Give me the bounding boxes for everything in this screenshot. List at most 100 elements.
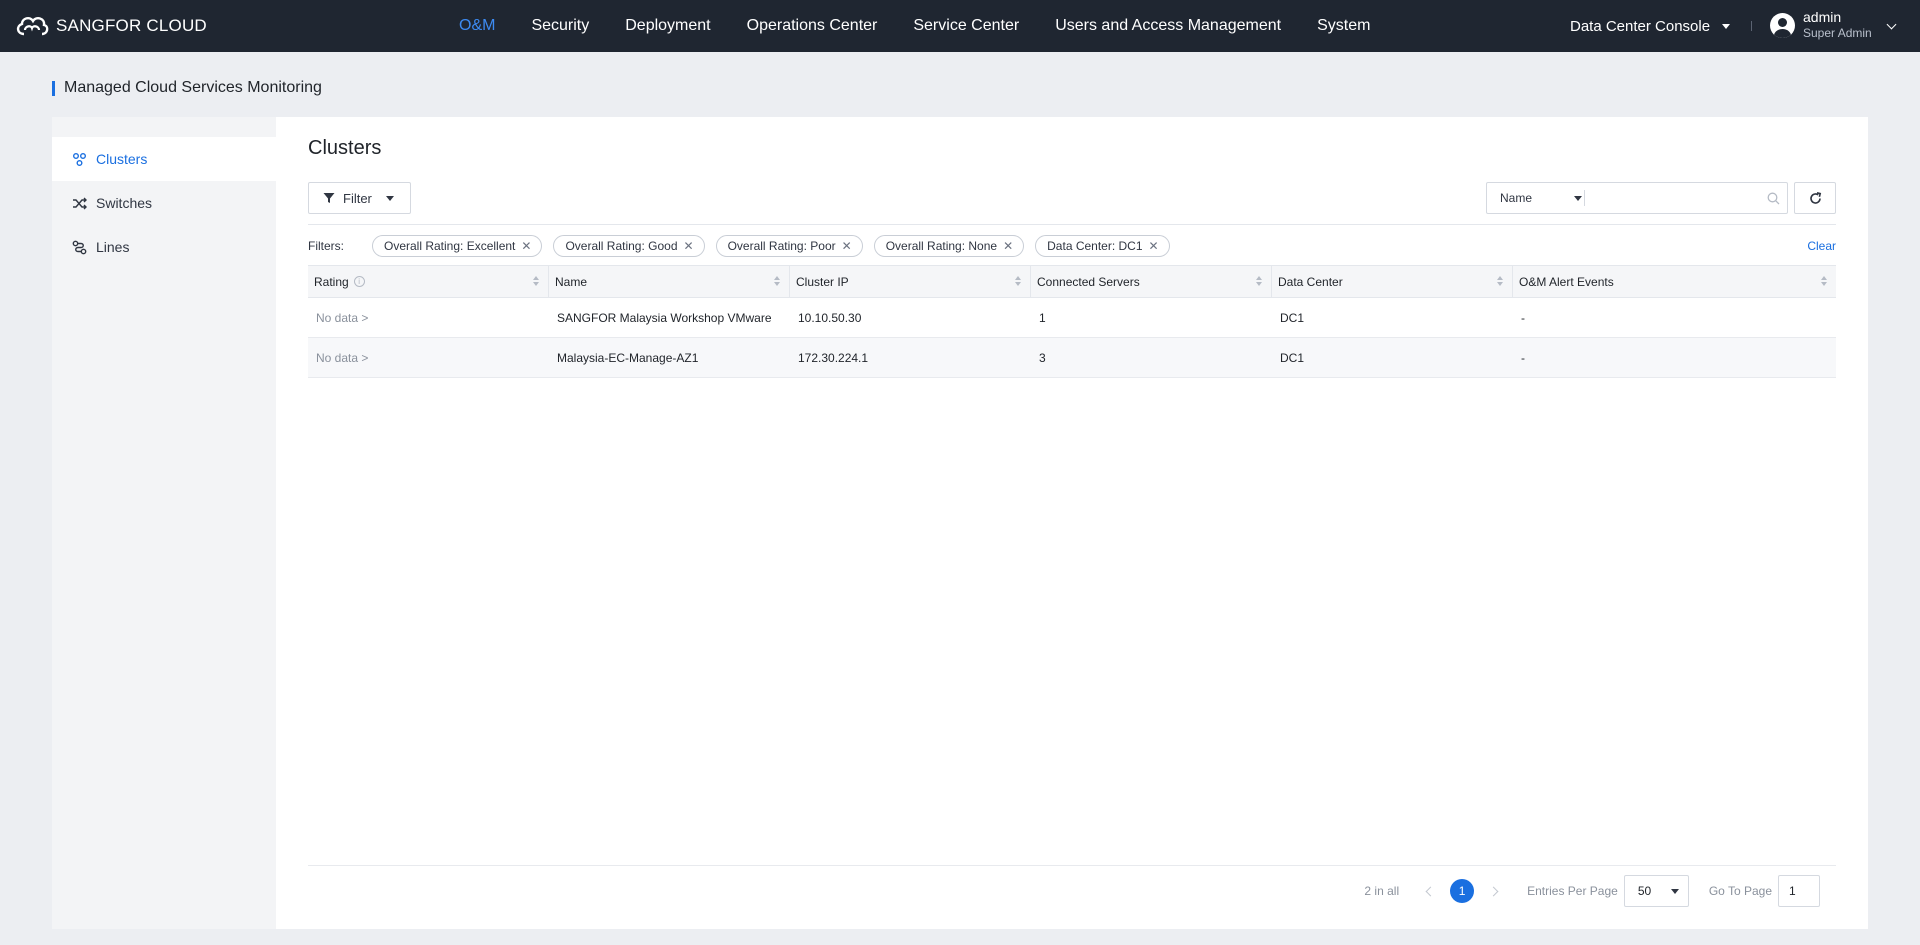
sort-icon[interactable] [533, 276, 540, 288]
sidebar: Clusters Switches Lines [52, 117, 276, 929]
sidebar-item-switches[interactable]: Switches [52, 181, 276, 225]
close-icon[interactable]: ✕ [684, 240, 694, 252]
rating-cell[interactable]: No data > [308, 298, 549, 337]
sidebar-item-label: Clusters [96, 151, 148, 167]
sort-icon[interactable] [774, 276, 781, 288]
cluster-ip-cell: 172.30.224.1 [798, 350, 869, 365]
sort-icon[interactable] [1015, 276, 1022, 288]
nav-users-access-management[interactable]: Users and Access Management [1037, 0, 1299, 52]
sidebar-item-label: Switches [96, 195, 153, 211]
close-icon[interactable]: ✕ [521, 240, 531, 252]
filter-chip: Overall Rating: Excellent ✕ [372, 235, 543, 257]
caret-down-icon [1722, 23, 1731, 29]
nav-deployment[interactable]: Deployment [607, 0, 728, 52]
per-page-value: 50 [1637, 884, 1652, 898]
search-field-select[interactable]: Name [1487, 190, 1585, 206]
search-input[interactable] [1585, 184, 1759, 212]
nav-security[interactable]: Security [513, 0, 607, 52]
user-role: Super Admin [1803, 26, 1872, 40]
sort-icon[interactable] [1821, 276, 1828, 288]
column-header-label: Rating [314, 274, 349, 289]
name-cell: SANGFOR Malaysia Workshop VMware [557, 310, 772, 325]
footer-divider [308, 865, 1836, 866]
main-panel: Clusters Filter Name Filters: Overall Ra… [276, 117, 1868, 929]
sidebar-item-clusters[interactable]: Clusters [52, 137, 276, 181]
sort-icon[interactable] [1497, 276, 1504, 288]
filter-chip-label: Overall Rating: None [885, 239, 998, 253]
info-icon[interactable]: i [353, 276, 365, 287]
sidebar-item-label: Lines [96, 239, 130, 255]
clusters-icon [73, 152, 86, 166]
column-header-cluster-ip[interactable]: Cluster IP [790, 266, 1031, 297]
user-menu[interactable]: admin Super Admin [1770, 9, 1897, 41]
page-title: Managed Cloud Services Monitoring [52, 79, 322, 97]
chevron-left-icon[interactable] [1425, 886, 1436, 896]
column-header-connected-servers[interactable]: Connected Servers [1031, 266, 1272, 297]
console-switcher[interactable]: Data Center Console [1570, 0, 1731, 52]
table-header: Rating i Name Cluster IP Connected Serve… [308, 265, 1836, 298]
nav-om[interactable]: O&M [441, 0, 513, 52]
goto-page-input[interactable]: 1 [1778, 875, 1820, 907]
column-header-rating[interactable]: Rating i [308, 266, 549, 297]
user-name: admin [1803, 9, 1842, 25]
logo[interactable]: SANGFOR CLOUD [14, 12, 207, 40]
nav-service-center[interactable]: Service Center [895, 0, 1037, 52]
console-label: Data Center Console [1570, 17, 1711, 35]
data-center-cell: DC1 [1280, 350, 1305, 365]
column-header-label: Cluster IP [796, 274, 849, 289]
column-header-name[interactable]: Name [549, 266, 790, 297]
name-cell: Malaysia-EC-Manage-AZ1 [557, 350, 699, 365]
filter-chip-label: Overall Rating: Poor [727, 239, 836, 253]
chevron-down-icon [1886, 19, 1897, 30]
main-nav: O&M Security Deployment Operations Cente… [441, 0, 1388, 52]
sidebar-item-lines[interactable]: Lines [52, 225, 276, 269]
close-icon[interactable]: ✕ [842, 240, 852, 252]
sangfor-cloud-logo-icon [16, 16, 49, 36]
search-box: Name [1486, 182, 1788, 214]
column-header-label: O&M Alert Events [1519, 274, 1614, 289]
total-count: 2 in all [1364, 884, 1400, 898]
filter-button[interactable]: Filter [308, 182, 411, 214]
filter-chip: Data Center: DC1 ✕ [1035, 235, 1170, 257]
section-title: Clusters [308, 137, 382, 159]
chevron-right-icon[interactable] [1488, 886, 1499, 896]
user-avatar-icon [1770, 12, 1795, 38]
table-row[interactable]: No data > Malaysia-EC-Manage-AZ1 172.30.… [308, 338, 1836, 378]
per-page-label: Entries Per Page [1527, 884, 1618, 898]
filter-chip: Overall Rating: Poor ✕ [715, 235, 863, 257]
close-icon[interactable]: ✕ [1149, 240, 1159, 252]
filter-chip-label: Overall Rating: Excellent [384, 239, 516, 253]
connected-servers-cell: 3 [1039, 350, 1046, 365]
caret-down-icon [1670, 888, 1679, 894]
page-title-text: Managed Cloud Services Monitoring [64, 79, 322, 96]
page-button-current[interactable]: 1 [1450, 879, 1475, 903]
top-navigation-bar: SANGFOR CLOUD O&M Security Deployment Op… [0, 0, 1920, 52]
table-row[interactable]: No data > SANGFOR Malaysia Workshop VMwa… [308, 298, 1836, 338]
column-header-label: Connected Servers [1037, 274, 1140, 289]
search-icon[interactable] [1759, 192, 1787, 205]
column-header-data-center[interactable]: Data Center [1272, 266, 1513, 297]
refresh-button[interactable] [1794, 182, 1836, 214]
column-header-alert-events[interactable]: O&M Alert Events [1513, 266, 1836, 297]
filter-chip-label: Data Center: DC1 [1047, 239, 1143, 253]
nav-system[interactable]: System [1299, 0, 1388, 52]
header-divider [1751, 21, 1752, 31]
column-header-label: Data Center [1278, 274, 1343, 289]
search-field-label: Name [1500, 191, 1533, 205]
clusters-table: Rating i Name Cluster IP Connected Serve… [308, 265, 1836, 378]
alert-events-cell: - [1521, 310, 1525, 325]
toolbar-divider [308, 224, 1836, 225]
connected-servers-cell: 1 [1039, 310, 1046, 325]
sort-icon[interactable] [1256, 276, 1263, 288]
clear-filters-link[interactable]: Clear [1807, 239, 1836, 253]
pagination: 2 in all 1 Entries Per Page 50 Go To Pag… [1364, 875, 1820, 907]
logo-text: SANGFOR CLOUD [56, 16, 207, 35]
close-icon[interactable]: ✕ [1003, 240, 1013, 252]
rating-cell[interactable]: No data > [308, 338, 549, 377]
filter-button-label: Filter [343, 190, 372, 206]
nav-operations-center[interactable]: Operations Center [729, 0, 896, 52]
filter-chip: Overall Rating: None ✕ [873, 235, 1025, 257]
filter-chip-label: Overall Rating: Good [565, 239, 678, 253]
per-page-select[interactable]: 50 [1623, 875, 1689, 907]
cluster-ip-cell: 10.10.50.30 [798, 310, 862, 325]
